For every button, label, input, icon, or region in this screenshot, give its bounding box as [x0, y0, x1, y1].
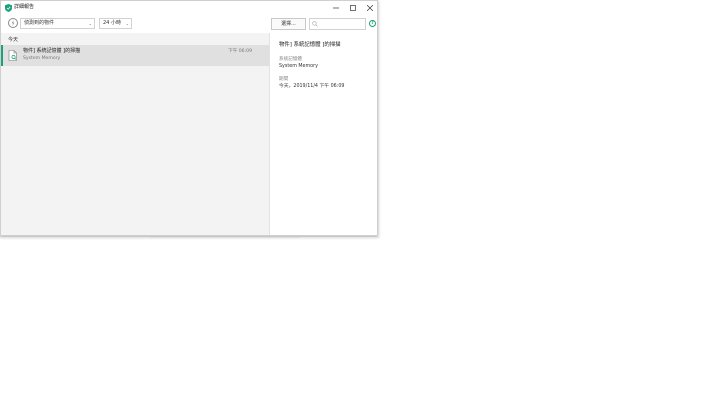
window-title: 詳細報告: [14, 4, 35, 10]
shield-icon: [5, 4, 12, 12]
details-period-value: 今天，2019/11/4 下午 06:09: [279, 84, 345, 89]
details-object-label: 系統記憶體: [279, 57, 302, 62]
category-filter-value: 偵測到的物件: [24, 20, 55, 26]
maximize-icon: [350, 5, 356, 11]
events-list: 今天 物件] 系統記憶體 ]的掃描 System Memory 下午 06:09: [1, 33, 269, 235]
group-label-today: 今天: [8, 37, 19, 43]
period-filter-dropdown[interactable]: 24 小時 ⌄: [99, 18, 132, 29]
details-period-label: 期間: [279, 77, 289, 82]
period-filter-value: 24 小時: [103, 20, 121, 26]
search-input[interactable]: [318, 19, 364, 29]
title-bar: 詳細報告: [1, 1, 377, 15]
background-divider: [0, 237, 150, 238]
select-button[interactable]: 選擇...: [271, 18, 306, 30]
maximize-button[interactable]: [344, 1, 362, 15]
list-item-subtitle: System Memory: [23, 56, 61, 61]
minimize-button[interactable]: [327, 1, 345, 15]
list-item[interactable]: 物件] 系統記憶體 ]的掃描 System Memory 下午 06:09: [1, 45, 269, 66]
close-icon: [367, 5, 373, 11]
background-divider: [300, 237, 380, 238]
filter-icon[interactable]: [8, 18, 18, 28]
list-item-title: 物件] 系統記憶體 ]的掃描: [23, 48, 81, 54]
details-object-value: System Memory: [279, 64, 318, 69]
toolbar: 偵測到的物件 ⌄ 24 小時 ⌄ 選擇... ?: [1, 15, 377, 33]
close-button[interactable]: [361, 1, 377, 15]
search-box[interactable]: [309, 18, 366, 30]
minimize-icon: [333, 7, 339, 9]
details-title: 物件] 系統記憶體 ]的掃描: [279, 42, 341, 48]
document-scan-icon: [8, 50, 17, 61]
help-icon[interactable]: ?: [369, 20, 376, 27]
category-filter-dropdown[interactable]: 偵測到的物件 ⌄: [20, 18, 95, 29]
chevron-down-icon: ⌄: [88, 21, 92, 26]
report-window: 詳細報告 偵測到的物件 ⌄ 24 小時 ⌄ 選擇... ? 今天 物件] 系統記…: [0, 0, 378, 236]
pane-divider: [269, 33, 270, 235]
chevron-down-icon: ⌄: [125, 21, 129, 26]
list-item-time: 下午 06:09: [228, 49, 252, 54]
